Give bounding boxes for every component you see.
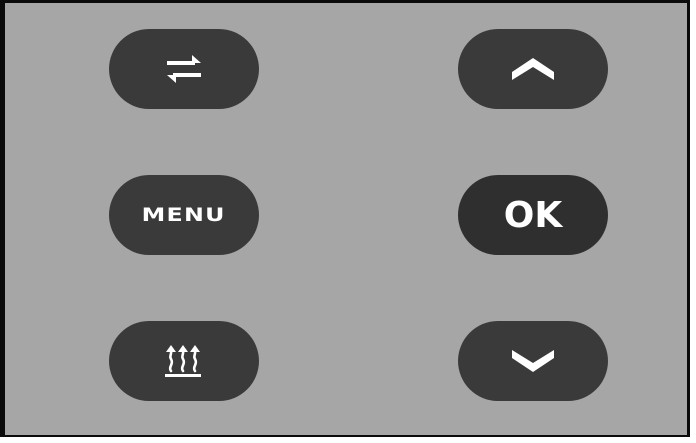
heating-button[interactable] xyxy=(109,321,259,401)
menu-button[interactable]: MENU xyxy=(109,175,259,255)
swap-button[interactable] xyxy=(109,29,259,109)
down-button[interactable] xyxy=(458,321,608,401)
swap-arrows-icon xyxy=(166,54,202,84)
ok-button[interactable]: OK xyxy=(458,175,608,255)
menu-button-label: MENU xyxy=(141,204,227,226)
chevron-up-icon xyxy=(511,57,555,81)
up-button[interactable] xyxy=(458,29,608,109)
heating-icon xyxy=(164,344,204,378)
chevron-down-icon xyxy=(511,349,555,373)
ok-button-label: OK xyxy=(503,194,563,236)
